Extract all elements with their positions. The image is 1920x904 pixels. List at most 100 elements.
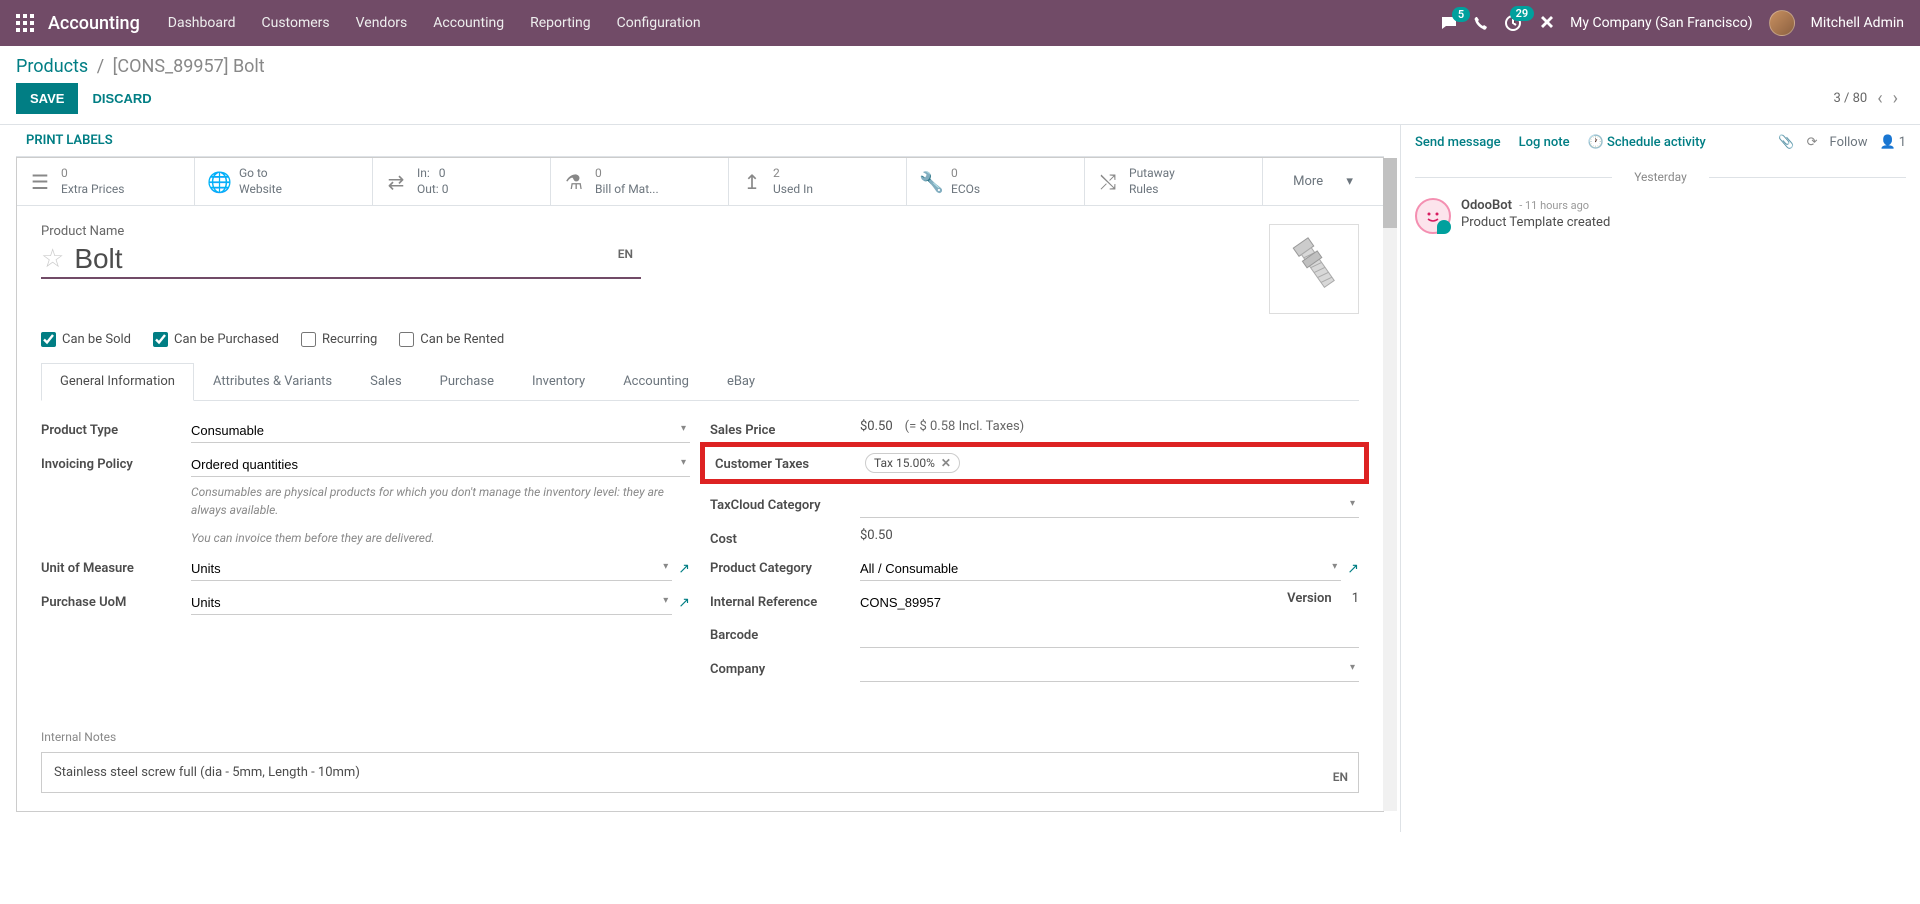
product-image[interactable] <box>1269 224 1359 314</box>
flask-icon: ⚗ <box>563 170 585 194</box>
activities-badge: 29 <box>1510 6 1535 21</box>
notes-lang-badge[interactable]: EN <box>1333 770 1348 784</box>
help-text-1: Consumables are physical products for wh… <box>191 483 690 519</box>
log-note-button[interactable]: Log note <box>1519 135 1570 150</box>
discard-button[interactable]: DISCARD <box>78 83 165 114</box>
pager: 3 / 80 ‹ › <box>1833 88 1898 109</box>
company-input[interactable] <box>860 658 1359 682</box>
product-name-label: Product Name <box>41 224 1269 239</box>
customer-taxes-label: Customer Taxes <box>715 453 865 472</box>
internal-ref-input[interactable] <box>860 591 1267 614</box>
pager-next-icon[interactable]: › <box>1893 88 1898 109</box>
bot-avatar <box>1415 198 1451 234</box>
cost-value[interactable]: $0.50 <box>860 528 893 543</box>
pager-prev-icon[interactable]: ‹ <box>1877 88 1882 109</box>
recurring-checkbox[interactable]: Recurring <box>301 332 377 347</box>
sales-price-incl: (= $ 0.58 Incl. Taxes) <box>905 419 1025 434</box>
message-author[interactable]: OdooBot <box>1461 198 1512 213</box>
app-brand: Accounting <box>48 13 140 34</box>
lang-badge[interactable]: EN <box>618 247 633 261</box>
tab-accounting[interactable]: Accounting <box>604 363 708 400</box>
globe-icon: 🌐 <box>207 170 229 194</box>
stat-extra-prices[interactable]: ☰ 0Extra Prices <box>17 158 195 205</box>
product-type-select[interactable]: Consumable <box>191 419 690 443</box>
schedule-activity-button[interactable]: 🕐 Schedule activity <box>1588 135 1706 150</box>
attachment-icon[interactable]: 📎 <box>1778 135 1794 150</box>
stat-ecos[interactable]: 🔧 0ECOs <box>907 158 1085 205</box>
user-avatar[interactable] <box>1769 10 1795 36</box>
purchase-uom-select[interactable]: Units <box>191 591 672 615</box>
send-message-button[interactable]: Send message <box>1415 135 1501 150</box>
invoicing-policy-select[interactable]: Ordered quantities <box>191 453 690 477</box>
apps-icon[interactable] <box>16 14 34 32</box>
shuffle-icon: ⤭ <box>1097 170 1119 194</box>
tab-inventory[interactable]: Inventory <box>513 363 604 400</box>
product-name-input[interactable] <box>74 243 641 275</box>
can-be-sold-checkbox[interactable]: Can be Sold <box>41 332 131 347</box>
follow-button[interactable]: Follow <box>1830 135 1868 150</box>
refresh-icon[interactable]: ⟳ <box>1807 135 1818 150</box>
followers-button[interactable]: 👤 1 <box>1880 135 1907 150</box>
company-selector[interactable]: My Company (San Francisco) <box>1570 15 1752 31</box>
user-name[interactable]: Mitchell Admin <box>1811 15 1904 31</box>
tab-ebay[interactable]: eBay <box>708 363 774 400</box>
stat-putaway[interactable]: ⤭ PutawayRules <box>1085 158 1263 205</box>
can-be-purchased-checkbox[interactable]: Can be Purchased <box>153 332 279 347</box>
purchase-uom-external-link-icon[interactable]: ↗ <box>678 595 690 611</box>
stat-more[interactable]: More ▾ <box>1263 158 1383 205</box>
tab-general-information[interactable]: General Information <box>41 363 194 401</box>
message-time: - 11 hours ago <box>1519 199 1589 212</box>
remove-tag-icon[interactable]: ✕ <box>941 456 951 470</box>
stat-bom[interactable]: ⚗ 0Bill of Mat... <box>551 158 729 205</box>
internal-ref-label: Internal Reference <box>710 591 860 610</box>
tab-attributes-variants[interactable]: Attributes & Variants <box>194 363 351 400</box>
form-area: PRINT LABELS ☰ 0Extra Prices 🌐 Go toWebs… <box>0 125 1400 832</box>
breadcrumb-products[interactable]: Products <box>16 56 88 77</box>
internal-notes-label: Internal Notes <box>41 730 1359 744</box>
stat-in-out[interactable]: ⇄ In: 0Out: 0 <box>373 158 551 205</box>
top-nav: Accounting Dashboard Customers Vendors A… <box>0 0 1920 46</box>
menu-customers[interactable]: Customers <box>262 15 330 31</box>
save-button[interactable]: SAVE <box>16 83 78 114</box>
main-menu: Dashboard Customers Vendors Accounting R… <box>168 15 701 31</box>
internal-notes-input[interactable]: Stainless steel screw full (dia - 5mm, L… <box>41 752 1359 793</box>
category-external-link-icon[interactable]: ↗ <box>1347 561 1359 577</box>
stat-go-to-website[interactable]: 🌐 Go toWebsite <box>195 158 373 205</box>
purchase-uom-label: Purchase UoM <box>41 591 191 610</box>
favorite-star-icon[interactable]: ☆ <box>41 244 64 274</box>
person-icon: 👤 <box>1880 135 1896 150</box>
uom-select[interactable]: Units <box>191 557 672 581</box>
tab-sales[interactable]: Sales <box>351 363 421 400</box>
customer-tax-tag[interactable]: Tax 15.00% ✕ <box>865 453 960 473</box>
phone-icon[interactable] <box>1474 16 1488 30</box>
message: OdooBot - 11 hours ago Product Template … <box>1401 198 1920 248</box>
barcode-input[interactable] <box>860 624 1359 648</box>
activities-icon[interactable]: 29 <box>1504 14 1522 32</box>
menu-dashboard[interactable]: Dashboard <box>168 15 236 31</box>
day-separator: Yesterday <box>1401 170 1920 184</box>
stat-used-in[interactable]: ↥ 2Used In <box>729 158 907 205</box>
print-labels-button[interactable]: PRINT LABELS <box>26 133 113 148</box>
cost-label: Cost <box>710 528 860 547</box>
taxcloud-input[interactable] <box>860 494 1359 518</box>
message-content: Product Template created <box>1461 215 1906 230</box>
debug-icon[interactable] <box>1538 15 1554 31</box>
version-value: 1 <box>1352 591 1359 614</box>
menu-reporting[interactable]: Reporting <box>530 15 591 31</box>
menu-accounting[interactable]: Accounting <box>433 15 504 31</box>
menu-configuration[interactable]: Configuration <box>617 15 701 31</box>
help-text-2: You can invoice them before they are del… <box>191 529 690 547</box>
product-category-select[interactable]: All / Consumable <box>860 557 1341 581</box>
can-be-rented-checkbox[interactable]: Can be Rented <box>399 332 504 347</box>
sales-price-value[interactable]: $0.50 <box>860 419 893 434</box>
list-icon: ☰ <box>29 170 51 194</box>
messages-icon[interactable]: 5 <box>1440 15 1458 31</box>
menu-vendors[interactable]: Vendors <box>356 15 408 31</box>
customer-taxes-highlight: Customer Taxes Tax 15.00% ✕ <box>700 442 1369 484</box>
transfer-icon: ⇄ <box>385 170 407 194</box>
breadcrumb: Products / [CONS_89957] Bolt <box>16 56 1904 77</box>
uom-external-link-icon[interactable]: ↗ <box>678 561 690 577</box>
form-scrollbar[interactable] <box>1383 158 1397 811</box>
tab-purchase[interactable]: Purchase <box>421 363 513 400</box>
sales-price-label: Sales Price <box>710 419 860 438</box>
